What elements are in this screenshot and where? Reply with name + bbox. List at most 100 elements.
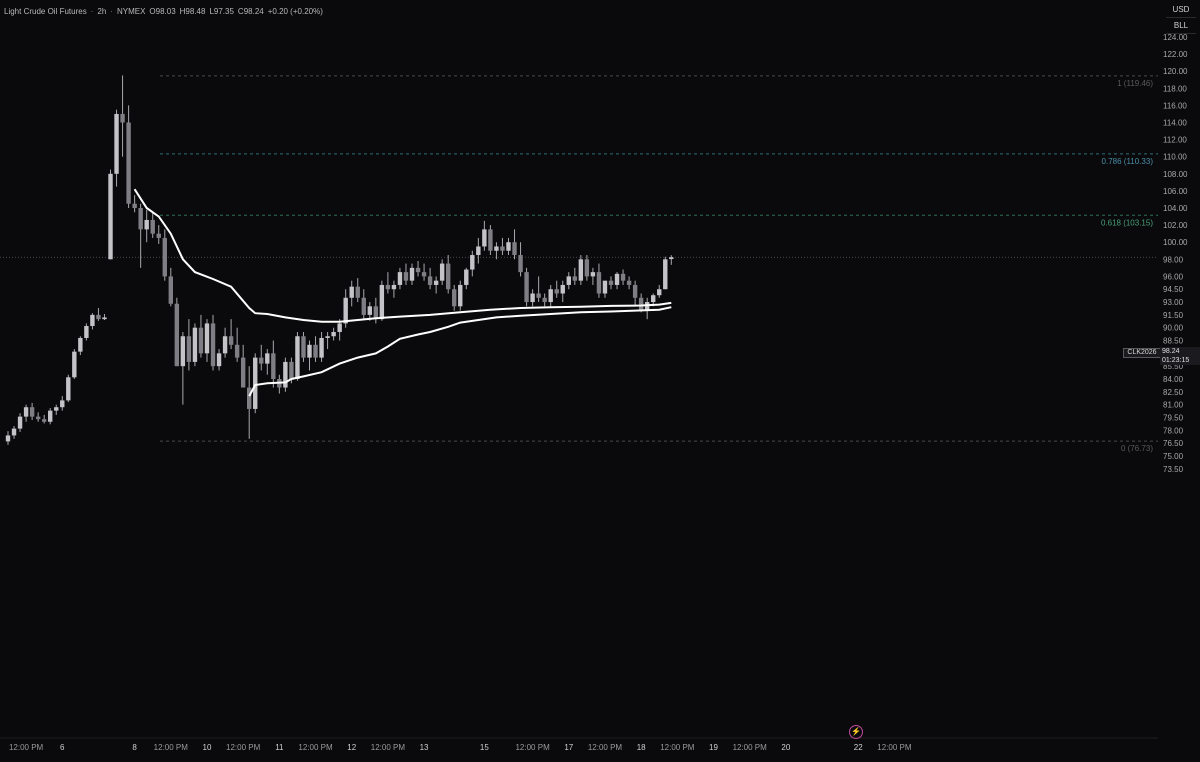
currency-unit-selector[interactable]: USD BLL xyxy=(1166,2,1196,34)
candle-body[interactable] xyxy=(566,276,571,285)
candle-body[interactable] xyxy=(35,416,41,420)
candle-body[interactable] xyxy=(319,337,324,358)
candle-body[interactable] xyxy=(506,242,511,251)
candle-body[interactable] xyxy=(638,297,644,311)
candle-body[interactable] xyxy=(536,293,541,298)
candle-body[interactable] xyxy=(445,263,451,290)
candle-body[interactable] xyxy=(367,306,372,315)
candle-body[interactable] xyxy=(427,276,433,285)
candle-body[interactable] xyxy=(156,233,161,238)
candle-body[interactable] xyxy=(96,314,101,320)
candle-body[interactable] xyxy=(102,317,107,320)
candle-body[interactable] xyxy=(216,353,222,367)
candle-body[interactable] xyxy=(560,284,565,294)
candle-body[interactable] xyxy=(488,229,493,251)
candle-body[interactable] xyxy=(391,284,397,290)
candle-body[interactable] xyxy=(228,336,234,345)
candle-body[interactable] xyxy=(23,407,29,417)
candle-body[interactable] xyxy=(222,336,228,354)
candle-body[interactable] xyxy=(337,323,342,332)
candle-body[interactable] xyxy=(253,357,258,409)
candle-body[interactable] xyxy=(518,255,523,273)
candle-body[interactable] xyxy=(379,284,385,320)
candle-body[interactable] xyxy=(385,284,391,290)
candle-body[interactable] xyxy=(482,229,487,247)
candle-body[interactable] xyxy=(458,284,463,307)
candle-body[interactable] xyxy=(41,419,47,422)
candle-body[interactable] xyxy=(54,407,59,411)
candle-body[interactable] xyxy=(180,336,186,367)
candle-body[interactable] xyxy=(78,337,83,352)
candle-body[interactable] xyxy=(17,416,23,429)
candle-body[interactable] xyxy=(500,246,505,251)
candle-body[interactable] xyxy=(265,353,270,364)
candle-body[interactable] xyxy=(295,336,300,379)
candle-body[interactable] xyxy=(614,273,620,285)
candle-body[interactable] xyxy=(186,336,192,362)
candle-body[interactable] xyxy=(403,272,409,281)
candle-body[interactable] xyxy=(198,327,204,354)
candle-body[interactable] xyxy=(657,289,662,296)
unit-code[interactable]: BLL xyxy=(1166,18,1196,34)
candle-body[interactable] xyxy=(494,246,499,251)
lightning-event-icon[interactable]: ⚡ xyxy=(849,725,863,739)
candle-body[interactable] xyxy=(530,293,535,303)
candle-body[interactable] xyxy=(210,323,216,367)
candle-body[interactable] xyxy=(421,272,427,277)
candle-body[interactable] xyxy=(114,113,119,174)
candle-body[interactable] xyxy=(29,407,35,417)
candle-body[interactable] xyxy=(138,208,143,230)
candle-body[interactable] xyxy=(439,263,445,281)
candle-body[interactable] xyxy=(343,297,348,324)
candle-body[interactable] xyxy=(301,336,306,358)
candle-body[interactable] xyxy=(602,280,608,294)
candle-body[interactable] xyxy=(590,272,596,277)
candle-body[interactable] xyxy=(452,289,457,307)
candle-body[interactable] xyxy=(409,267,415,281)
candle-body[interactable] xyxy=(355,286,360,298)
candle-body[interactable] xyxy=(572,276,578,281)
candle-body[interactable] xyxy=(11,428,17,436)
candle-body[interactable] xyxy=(204,323,210,354)
candle-body[interactable] xyxy=(512,242,517,256)
candle-body[interactable] xyxy=(132,203,137,208)
candle-body[interactable] xyxy=(5,435,11,442)
candle-body[interactable] xyxy=(271,353,276,379)
chart-area[interactable]: 124.00 122.00 120.00 118.00 116.00 114.00 112.… xyxy=(0,0,1200,757)
candle-body[interactable] xyxy=(651,295,656,303)
candle-body[interactable] xyxy=(48,410,53,422)
candle-body[interactable] xyxy=(548,289,553,303)
candle-body[interactable] xyxy=(433,280,439,285)
candle-body[interactable] xyxy=(162,237,167,277)
candle-body[interactable] xyxy=(608,280,614,285)
candle-body[interactable] xyxy=(663,259,668,290)
candle-body[interactable] xyxy=(669,257,674,260)
candle-body[interactable] xyxy=(596,272,602,294)
candle-body[interactable] xyxy=(542,297,547,303)
candle-body[interactable] xyxy=(234,344,240,358)
candle-body[interactable] xyxy=(578,259,584,281)
candle-body[interactable] xyxy=(349,286,354,298)
candle-body[interactable] xyxy=(108,173,113,260)
candle-body[interactable] xyxy=(415,267,421,273)
candle-body[interactable] xyxy=(307,344,312,358)
candle-body[interactable] xyxy=(325,336,330,338)
candle-body[interactable] xyxy=(283,361,288,388)
candle-body[interactable] xyxy=(150,219,155,234)
interval-label[interactable]: 2h xyxy=(97,7,106,16)
candle-body[interactable] xyxy=(620,273,626,281)
candle-body[interactable] xyxy=(247,387,252,409)
candle-body[interactable] xyxy=(632,284,638,298)
candle-body[interactable] xyxy=(464,269,469,285)
candle-body[interactable] xyxy=(60,400,65,408)
candle-body[interactable] xyxy=(476,246,481,256)
instrument-name[interactable]: Light Crude Oil Futures xyxy=(4,7,87,16)
candle-body[interactable] xyxy=(90,314,95,326)
candle-body[interactable] xyxy=(84,325,89,338)
candle-body[interactable] xyxy=(72,351,77,378)
candle-body[interactable] xyxy=(331,331,336,337)
candle-body[interactable] xyxy=(554,289,559,294)
currency-code[interactable]: USD xyxy=(1166,2,1196,18)
candle-body[interactable] xyxy=(144,219,149,230)
candle-body[interactable] xyxy=(259,357,264,364)
